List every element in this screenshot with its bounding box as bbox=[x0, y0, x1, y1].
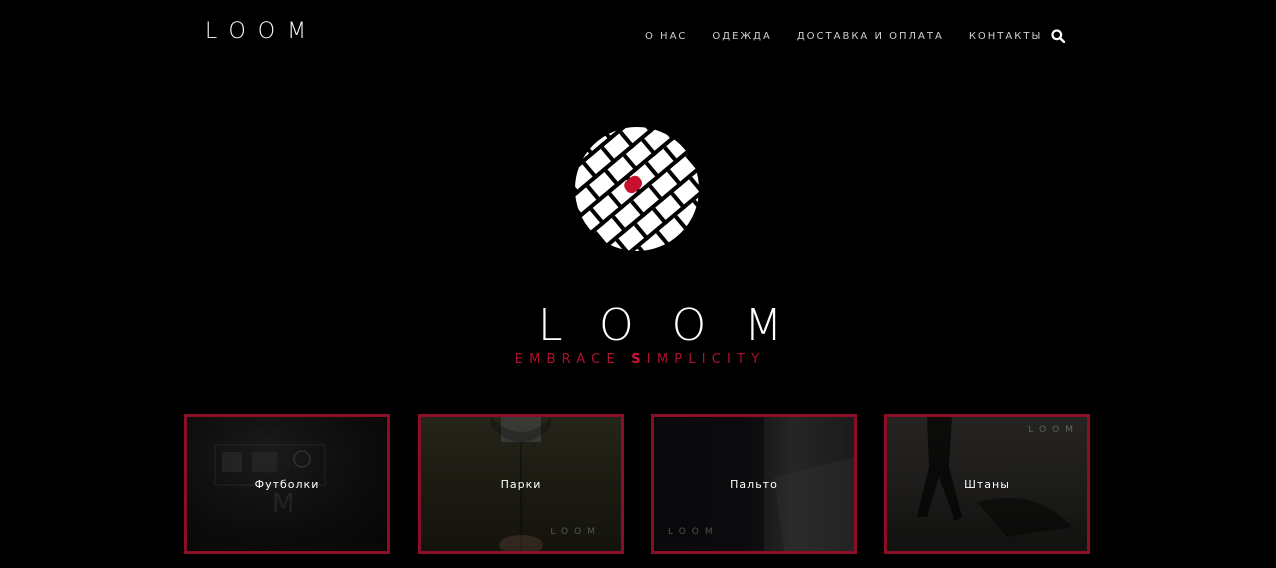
brand-tagline: EMBRACE SIMPLICITY bbox=[505, 352, 769, 368]
category-label: Парки bbox=[500, 478, 542, 491]
category-card-coats[interactable]: LOOM Пальто bbox=[651, 414, 857, 554]
card-watermark: LOOM bbox=[550, 527, 601, 537]
card-watermark: LOOM bbox=[668, 527, 719, 537]
search-icon[interactable] bbox=[1051, 29, 1065, 43]
brand-title: LOOM bbox=[538, 300, 821, 351]
card-watermark: LOOM bbox=[1028, 425, 1079, 435]
nav-item-delivery-payment[interactable]: ДОСТАВКА И ОПЛАТА bbox=[797, 30, 944, 44]
woven-circle-logo-icon bbox=[573, 125, 701, 253]
category-card-parkas[interactable]: LOOM Парки bbox=[418, 414, 624, 554]
category-label: Штаны bbox=[964, 478, 1010, 491]
tagline-strong-letter: S bbox=[631, 352, 647, 367]
nav-item-contacts[interactable]: КОНТАКТЫ bbox=[969, 30, 1042, 44]
category-card-trousers[interactable]: LOOM Штаны bbox=[884, 414, 1090, 554]
tagline-part-1: EMBRACE bbox=[514, 352, 632, 367]
nav-item-about[interactable]: О НАС bbox=[645, 30, 687, 44]
site-logo[interactable]: LOOM bbox=[205, 19, 318, 45]
nav-item-clothing[interactable]: ОДЕЖДА bbox=[712, 30, 771, 44]
main-nav: О НАС ОДЕЖДА ДОСТАВКА И ОПЛАТА КОНТАКТЫ bbox=[645, 30, 1067, 44]
tagline-part-2: IMPLICITY bbox=[646, 352, 766, 367]
category-card-tshirts[interactable]: M Футболки bbox=[184, 414, 390, 554]
page: LOOM О НАС ОДЕЖДА ДОСТАВКА И ОПЛАТА КОНТ… bbox=[0, 0, 1276, 568]
category-label: Футболки bbox=[254, 478, 320, 491]
category-label: Пальто bbox=[730, 478, 778, 491]
